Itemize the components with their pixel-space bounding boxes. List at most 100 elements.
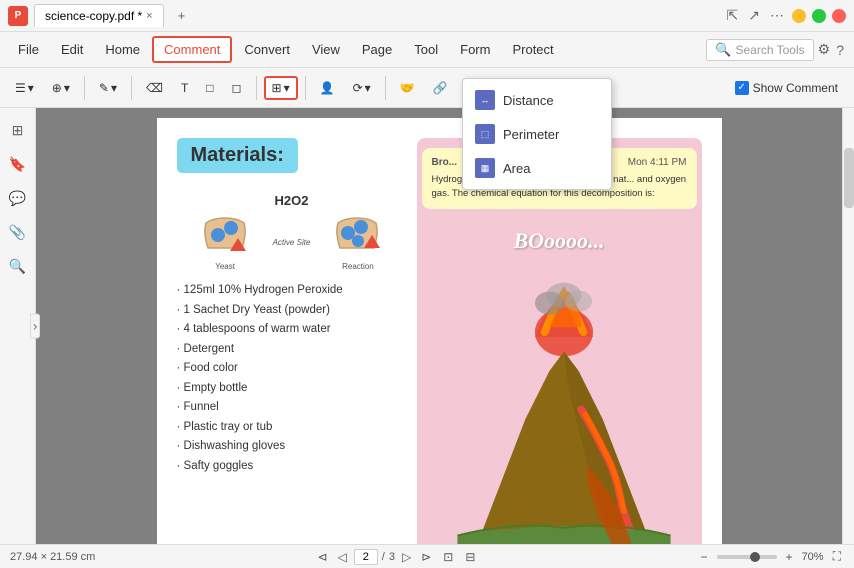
menu-form[interactable]: Form: [450, 38, 500, 61]
pdf-area[interactable]: Materials: H2O2: [36, 108, 842, 544]
first-page-btn[interactable]: ⊲: [314, 549, 330, 565]
tool-link-btn[interactable]: 🔗: [426, 77, 455, 99]
sidebar-search-icon[interactable]: 🔍: [4, 252, 32, 280]
current-page-input[interactable]: [354, 549, 378, 565]
tool-select-btn[interactable]: ☰ ▾: [8, 77, 41, 99]
prev-page-btn[interactable]: ◁: [335, 549, 350, 565]
menu-view[interactable]: View: [302, 38, 350, 61]
erase-icon: ⌫: [146, 81, 163, 95]
select-icon: ☰: [15, 81, 26, 95]
next-page-btn[interactable]: ▷: [399, 549, 414, 565]
share-arrow: ▾: [365, 81, 371, 95]
main-area: ⊞ 🔖 💬 📎 🔍 › Materials: H2O2: [0, 108, 854, 544]
maximize-btn[interactable]: [812, 9, 826, 23]
mat-1: · 125ml 10% Hydrogen Peroxide: [177, 281, 407, 301]
title-bar-controls: ⇱ ↗ ⋯: [725, 5, 846, 26]
sep5: [385, 76, 386, 100]
volcano-image: [434, 274, 684, 544]
zoom-slider[interactable]: [717, 555, 777, 559]
h2o2-diagram: H2O2: [177, 193, 407, 271]
share-icon: ⟳: [353, 81, 363, 95]
last-page-btn[interactable]: ⊳: [418, 549, 434, 565]
fullscreen-btn[interactable]: ⛶: [830, 548, 844, 565]
distance-icon: ↔: [475, 90, 495, 110]
show-comment-btn[interactable]: ✓ Show Comment: [727, 78, 846, 98]
yeast-label: Yeast: [198, 262, 253, 271]
menu-tool[interactable]: Tool: [404, 38, 448, 61]
expand-btn[interactable]: ⇱: [725, 5, 741, 26]
show-comment-label: Show Comment: [753, 81, 838, 95]
menu-protect[interactable]: Protect: [502, 38, 563, 61]
active-site-label: Active Site: [273, 238, 311, 247]
sep1: [84, 76, 85, 100]
status-right: − + 70% ⛶: [698, 548, 844, 565]
close-btn[interactable]: [832, 9, 846, 23]
sidebar-comment-icon[interactable]: 💬: [4, 184, 32, 212]
app-icon: P: [8, 6, 28, 26]
minimize-btn[interactable]: [792, 9, 806, 23]
file-tab[interactable]: science-copy.pdf * ×: [34, 4, 164, 27]
menu-page[interactable]: Page: [352, 38, 402, 61]
menu-dots-btn[interactable]: ⋯: [768, 5, 786, 26]
tool-erase-btn[interactable]: ⌫: [139, 77, 170, 99]
fit-width-btn[interactable]: ⊟: [462, 549, 478, 565]
sidebar-attachment-icon[interactable]: 📎: [4, 218, 32, 246]
tool-callout-btn[interactable]: □: [199, 77, 220, 99]
mat-10: · Safty goggles: [177, 457, 407, 477]
callout-icon: □: [206, 81, 213, 95]
perimeter-icon: ⬚: [475, 124, 495, 144]
page-separator: /: [382, 551, 385, 563]
sidebar-pages-icon[interactable]: ⊞: [4, 116, 32, 144]
comment-author: Bro...: [432, 156, 458, 170]
tool-shape-btn[interactable]: ◻: [225, 77, 249, 99]
sep4: [305, 76, 306, 100]
settings-btn[interactable]: ⚙: [816, 39, 833, 60]
right-scrollbar[interactable]: [842, 108, 854, 544]
status-center: ⊲ ◁ / 3 ▷ ⊳ ⊡ ⊟: [314, 549, 478, 565]
total-pages: 3: [389, 551, 395, 563]
area-option[interactable]: ▦ Area: [463, 151, 611, 185]
page-right: Bro... Mon 4:11 PM Hydrogen peroxides ar…: [417, 138, 702, 544]
molecule-area: Yeast Active Site: [177, 213, 407, 271]
menu-comment[interactable]: Comment: [152, 36, 232, 63]
page-left: Materials: H2O2: [177, 138, 417, 544]
tool-measure-btn[interactable]: ⊞ ▾: [264, 76, 298, 100]
tab-close-btn[interactable]: ×: [146, 10, 152, 22]
pen-icon: ✎: [99, 81, 109, 95]
h2o2-label: H2O2: [177, 193, 407, 208]
menu-file[interactable]: File: [8, 38, 49, 61]
tool-text-btn[interactable]: T: [174, 77, 195, 99]
area-label: Area: [503, 161, 530, 176]
comment-timestamp: Mon 4:11 PM: [628, 156, 687, 170]
tool-pen-btn[interactable]: ✎ ▾: [92, 77, 124, 99]
zoom-out-btn[interactable]: −: [698, 549, 711, 565]
stamp-icon: ⊕: [52, 81, 62, 95]
menu-home[interactable]: Home: [95, 38, 150, 61]
person-icon: 👤: [320, 81, 335, 95]
tool-stamp-btn[interactable]: ⊕ ▾: [45, 77, 77, 99]
zoom-in-btn[interactable]: +: [783, 549, 796, 565]
tool-share-btn[interactable]: ⟳ ▾: [346, 77, 378, 99]
menu-edit[interactable]: Edit: [51, 38, 93, 61]
zoom-level: 70%: [802, 551, 824, 563]
mat-2: · 1 Sachet Dry Yeast (powder): [177, 301, 407, 321]
fit-page-btn[interactable]: ⊡: [440, 549, 456, 565]
stamp-arrow: ▾: [64, 81, 70, 95]
mat-9: · Dishwashing gloves: [177, 437, 407, 457]
external-btn[interactable]: ↗: [746, 5, 762, 26]
menu-convert[interactable]: Convert: [234, 38, 300, 61]
mat-8: · Plastic tray or tub: [177, 418, 407, 438]
perimeter-option[interactable]: ⬚ Perimeter: [463, 117, 611, 151]
link-icon: 🔗: [433, 81, 448, 95]
measure-dropdown: ↔ Distance ⬚ Perimeter ▦ Area: [462, 78, 612, 190]
help-btn[interactable]: ?: [834, 40, 846, 60]
tool-person-btn[interactable]: 👤: [313, 77, 342, 99]
sidebar-toggle-btn[interactable]: ›: [30, 314, 40, 339]
tab-name: science-copy.pdf *: [45, 9, 142, 23]
sidebar-bookmark-icon[interactable]: 🔖: [4, 150, 32, 178]
new-tab-btn[interactable]: +: [170, 4, 194, 27]
show-comment-checkbox[interactable]: ✓: [735, 81, 749, 95]
title-bar: P science-copy.pdf * × + ⇱ ↗ ⋯: [0, 0, 854, 32]
tool-handshake-btn[interactable]: 🤝: [393, 77, 422, 99]
distance-option[interactable]: ↔ Distance: [463, 83, 611, 117]
